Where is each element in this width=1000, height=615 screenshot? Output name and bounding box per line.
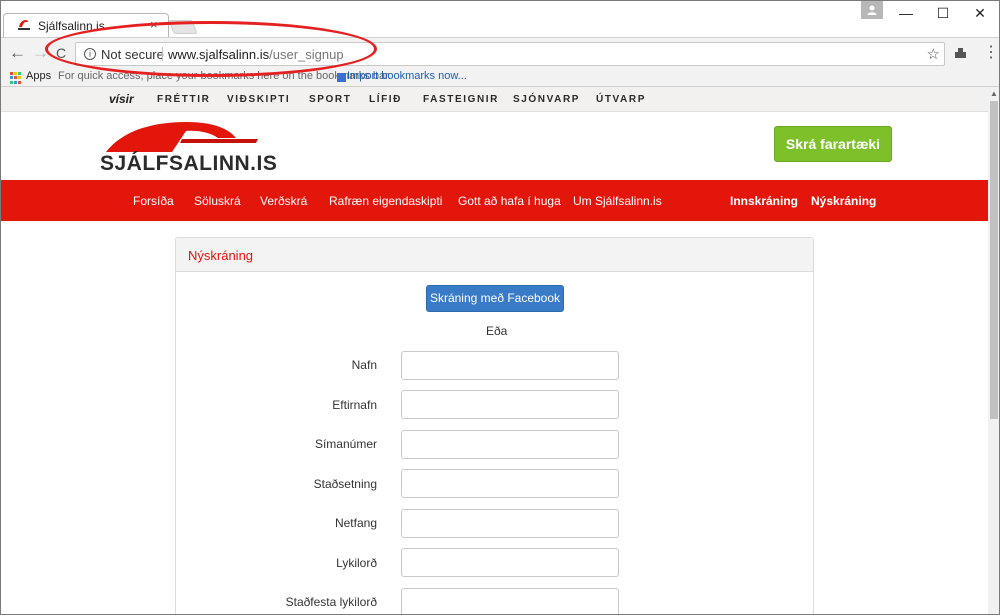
email-label: Netfang: [334, 516, 377, 530]
visir-logo[interactable]: vísir: [109, 92, 134, 106]
nav-soluskra[interactable]: Söluskrá: [194, 194, 241, 208]
browser-tab[interactable]: Sjálfsalinn.is ×: [3, 13, 169, 37]
page-scrollbar[interactable]: ▲: [988, 87, 999, 614]
top-link-sport[interactable]: SPORT: [309, 94, 351, 105]
minimize-button[interactable]: —: [886, 1, 926, 25]
nav-um-sjalfsalinn[interactable]: Um Sjálfsalinn.is: [573, 194, 662, 208]
import-bookmarks-icon: [337, 73, 346, 82]
confirm-password-label: Staðfesta lykilorð: [285, 595, 377, 609]
extension-icon[interactable]: [954, 46, 967, 59]
password-label: Lykilorð: [336, 556, 377, 570]
security-indicator[interactable]: Not secure: [101, 47, 164, 62]
nav-verdskra[interactable]: Verðskrá: [260, 194, 307, 208]
bookmarks-bar: Apps For quick access, place your bookma…: [1, 69, 999, 87]
first-name-label: Nafn: [351, 358, 377, 372]
last-name-field[interactable]: [401, 390, 619, 419]
tab-close-icon[interactable]: ×: [150, 17, 158, 32]
password-field[interactable]: [401, 548, 619, 577]
new-tab-button[interactable]: [168, 20, 198, 34]
info-icon[interactable]: i: [84, 48, 96, 60]
url-host: www.sjalfsalinn.is: [168, 47, 270, 62]
top-link-frettir[interactable]: FRÉTTIR: [157, 94, 210, 105]
menu-icon[interactable]: ⋮: [983, 44, 999, 62]
nav-signup[interactable]: Nýskráning: [811, 194, 876, 208]
user-icon: [867, 5, 877, 15]
location-label: Staðsetning: [313, 477, 377, 491]
top-link-fasteignir[interactable]: FASTEIGNIR: [423, 94, 499, 105]
nav-login[interactable]: Innskráning: [730, 194, 798, 208]
confirm-password-field[interactable]: [401, 588, 619, 614]
maximize-button[interactable]: ☐: [923, 1, 963, 25]
nav-rafraen-eigendaskipti[interactable]: Rafræn eigendaskipti: [329, 194, 442, 208]
page-viewport: vísir FRÉTTIR VIÐSKIPTI SPORT LÍFIÐ FAST…: [1, 87, 988, 614]
facebook-signup-button[interactable]: Skráning með Facebook: [426, 285, 564, 312]
visir-top-strip: vísir FRÉTTIR VIÐSKIPTI SPORT LÍFIÐ FAST…: [1, 87, 988, 112]
close-window-button[interactable]: ✕: [960, 1, 999, 25]
omnibox-divider: [162, 47, 163, 61]
back-icon[interactable]: ←: [9, 44, 26, 62]
nav-forsida[interactable]: Forsíða: [133, 194, 174, 208]
email-field[interactable]: [401, 509, 619, 538]
phone-label: Símanúmer: [314, 437, 377, 451]
tab-strip: Sjálfsalinn.is × — ☐ ✕: [1, 1, 999, 37]
site-logo[interactable]: SJÁLFSALINN.IS: [100, 119, 277, 175]
apps-link[interactable]: Apps: [26, 70, 51, 82]
reload-icon[interactable]: C: [56, 44, 66, 62]
browser-toolbar: ← → C i Not secure www.sjalfsalinn.is/us…: [1, 37, 999, 69]
register-vehicle-button[interactable]: Skrá farartæki: [774, 126, 892, 162]
import-bookmarks-link[interactable]: Import bookmarks now...: [347, 70, 467, 82]
main-nav: Forsíða Söluskrá Verðskrá Rafræn eigenda…: [1, 180, 988, 221]
tab-title: Sjálfsalinn.is: [38, 19, 105, 33]
nav-gott-ad-hafa-i-huga[interactable]: Gott að hafa í huga: [458, 194, 561, 208]
logo-swoosh-icon: [106, 122, 258, 152]
signup-title: Nýskráning: [188, 248, 254, 263]
browser-window: Sjálfsalinn.is × — ☐ ✕ ← → C i Not secur…: [0, 0, 1000, 615]
url-text[interactable]: www.sjalfsalinn.is/user_signup: [168, 47, 344, 62]
or-divider-text: Eða: [486, 324, 508, 338]
profile-button[interactable]: [861, 1, 883, 19]
url-path: /user_signup: [269, 47, 344, 62]
location-field[interactable]: [401, 469, 619, 498]
forward-icon[interactable]: →: [32, 44, 49, 62]
scroll-up-arrow-icon[interactable]: ▲: [988, 89, 999, 98]
top-link-lifid[interactable]: LÍFIÐ: [369, 94, 402, 105]
first-name-field[interactable]: [401, 351, 619, 380]
phone-field[interactable]: [401, 430, 619, 459]
signup-panel: Nýskráning Skráning með Facebook Eða Naf…: [175, 237, 814, 614]
bookmark-star-icon[interactable]: ☆: [927, 45, 940, 63]
top-link-sjonvarp[interactable]: SJÓNVARP: [513, 94, 580, 105]
last-name-label: Eftirnafn: [332, 398, 377, 412]
logo-text: SJÁLFSALINN.IS: [100, 152, 278, 175]
site-favicon-icon: [18, 20, 30, 30]
top-link-utvarp[interactable]: ÚTVARP: [596, 94, 646, 105]
top-link-vidskipti[interactable]: VIÐSKIPTI: [227, 94, 290, 105]
apps-grid-icon[interactable]: [10, 72, 22, 84]
address-bar[interactable]: i Not secure www.sjalfsalinn.is/user_sig…: [75, 42, 945, 66]
scrollbar-thumb[interactable]: [990, 101, 998, 419]
signup-panel-header: Nýskráning: [176, 238, 813, 272]
